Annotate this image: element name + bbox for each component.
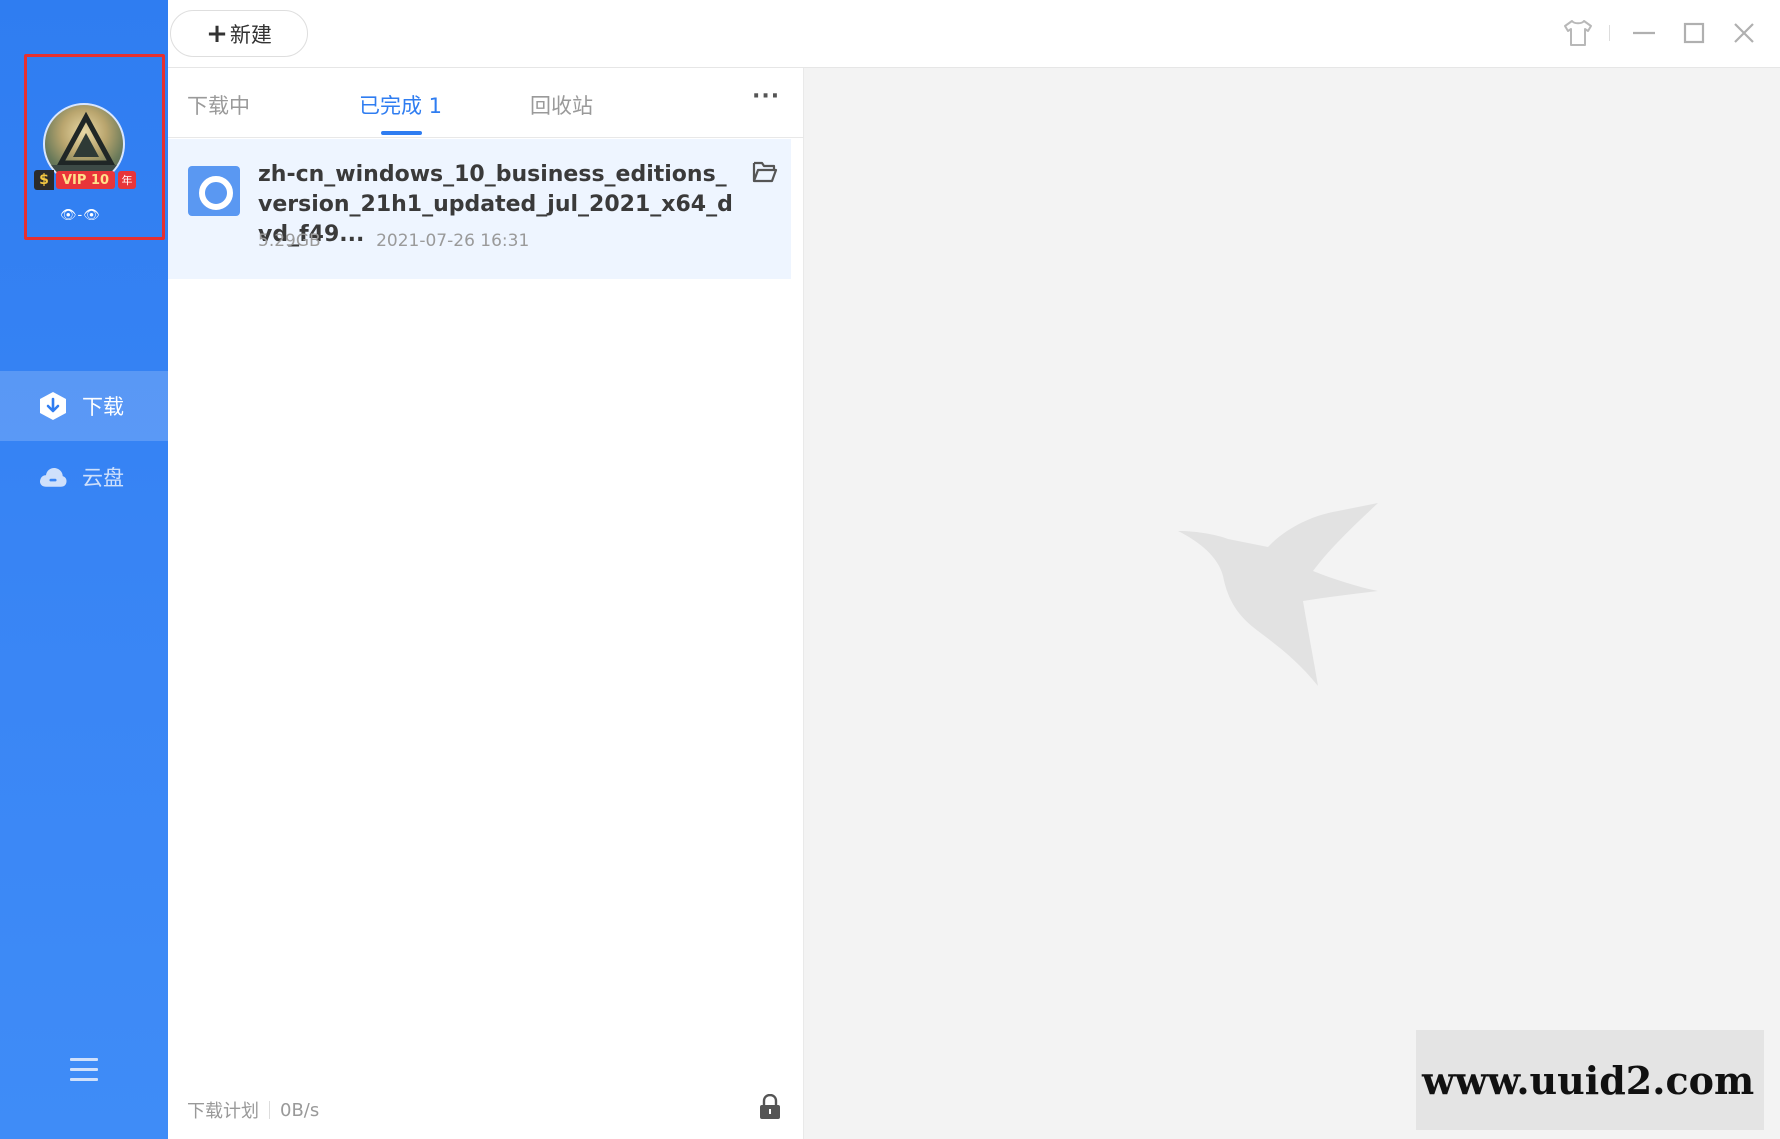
tab-bar: 下载中 已完成 1 回收站 ··· — [168, 68, 804, 138]
tab-recycle-bin[interactable]: 回收站 — [530, 90, 593, 120]
vip-badge[interactable]: $ VIP 10 年 — [34, 170, 137, 190]
status-footer: 下载计划 0B/s — [187, 1097, 319, 1123]
sidebar-item-download[interactable]: 下载 — [0, 371, 168, 441]
close-icon[interactable] — [1724, 14, 1764, 52]
cloud-icon — [38, 462, 68, 492]
open-folder-icon[interactable] — [752, 160, 778, 188]
new-task-label: 新建 — [229, 22, 272, 47]
file-meta: 5.29GB 2021-07-26 16:31 — [258, 231, 529, 251]
nickname: 👁-👁 — [60, 208, 101, 223]
sidebar-item-cloud[interactable]: 云盘 — [0, 442, 168, 512]
disc-image-icon — [188, 166, 240, 216]
sidebar: $ VIP 10 年 👁-👁 下载 云盘 — [0, 0, 168, 1139]
minimize-icon[interactable] — [1624, 14, 1664, 52]
tab-completed[interactable]: 已完成 1 — [359, 90, 442, 120]
download-shield-icon — [38, 391, 68, 421]
hamburger-menu-icon[interactable] — [70, 1058, 98, 1082]
lock-icon[interactable] — [758, 1093, 782, 1124]
download-list-panel: 下载中 已完成 1 回收站 ··· zh-cn_windows_10_busin… — [168, 68, 804, 1139]
maximize-icon[interactable] — [1674, 14, 1714, 52]
vip-level: VIP 10 — [56, 171, 116, 189]
download-plan-link[interactable]: 下载计划 — [187, 1097, 259, 1123]
divider — [1609, 25, 1610, 41]
download-speed: 0B/s — [280, 1099, 320, 1121]
hummingbird-logo-icon — [1178, 501, 1398, 705]
sidebar-item-label: 下载 — [82, 395, 124, 419]
skin-icon[interactable] — [1558, 14, 1598, 52]
file-date: 2021-07-26 16:31 — [376, 231, 530, 251]
file-size: 5.29GB — [258, 231, 321, 251]
plus-icon: + — [206, 18, 228, 49]
divider — [269, 1101, 270, 1119]
new-task-button[interactable]: + 新建 — [170, 10, 308, 57]
tab-downloading[interactable]: 下载中 — [187, 90, 250, 120]
active-tab-indicator — [381, 131, 422, 135]
sidebar-item-label: 云盘 — [82, 466, 124, 490]
watermark-text: www.uuid2.com — [1422, 1058, 1755, 1103]
vip-year: 年 — [118, 171, 137, 189]
title-bar: + 新建 — [168, 0, 1780, 68]
more-options-icon[interactable]: ··· — [752, 84, 780, 109]
vip-symbol: $ — [34, 170, 54, 190]
detail-panel — [804, 68, 1780, 1139]
